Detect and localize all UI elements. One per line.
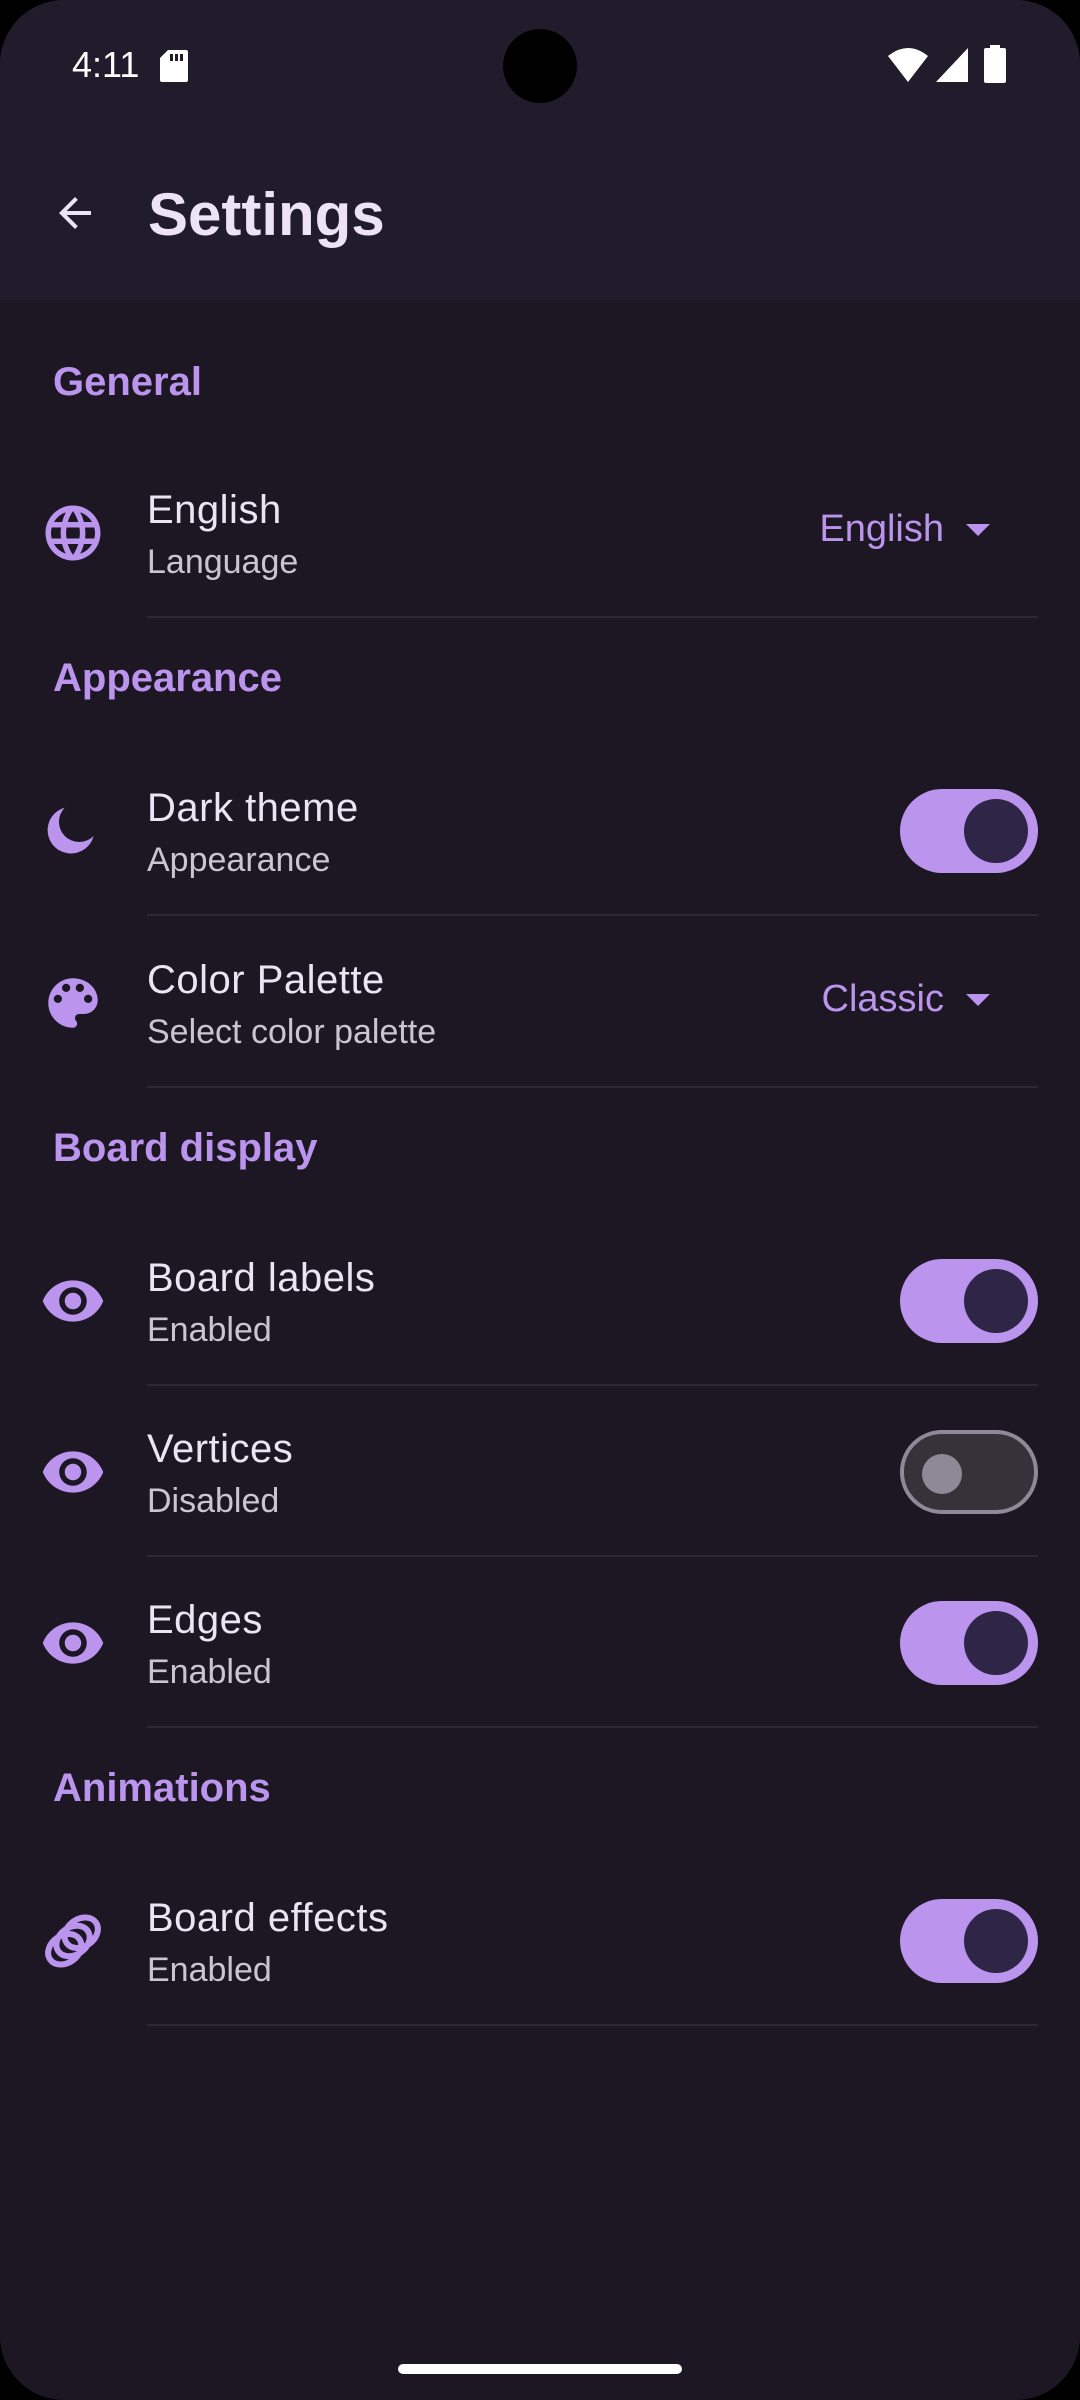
setting-title: Board effects — [147, 1896, 389, 1940]
setting-title: English — [147, 488, 282, 532]
board-labels-toggle[interactable] — [900, 1259, 1038, 1343]
language-dropdown[interactable]: English — [819, 508, 990, 551]
setting-title: Dark theme — [147, 786, 359, 830]
palette-icon — [48, 978, 98, 1028]
sd-card-icon — [160, 50, 188, 82]
eye-icon — [42, 1280, 104, 1322]
section-header-animations: Animations — [53, 1766, 271, 1810]
globe-icon — [45, 505, 101, 561]
toggle-thumb — [964, 1909, 1028, 1973]
dropdown-value: English — [819, 508, 944, 550]
divider — [147, 2024, 1038, 2026]
home-indicator[interactable] — [398, 2364, 682, 2374]
setting-title: Vertices — [147, 1427, 294, 1471]
color-palette-dropdown[interactable]: Classic — [822, 978, 990, 1021]
setting-board-effects[interactable]: Board effects Enabled — [0, 1856, 1080, 2026]
rings-icon — [45, 1914, 101, 1968]
setting-subtitle: Enabled — [147, 1951, 272, 1989]
toggle-thumb — [964, 1611, 1028, 1675]
divider — [147, 1726, 1038, 1728]
toggle-thumb — [964, 1269, 1028, 1333]
setting-vertices[interactable]: Vertices Disabled — [0, 1387, 1080, 1557]
back-button[interactable] — [36, 174, 114, 252]
section-header-board-display: Board display — [53, 1126, 318, 1170]
setting-subtitle: Enabled — [147, 1311, 272, 1349]
wifi-icon — [888, 48, 928, 82]
dropdown-arrow-icon — [966, 993, 990, 1006]
dropdown-arrow-icon — [966, 523, 990, 536]
battery-icon — [984, 45, 1006, 83]
eye-icon — [42, 1622, 104, 1664]
edges-toggle[interactable] — [900, 1601, 1038, 1685]
arrow-back-icon — [59, 197, 91, 229]
setting-dark-theme[interactable]: Dark theme Appearance — [0, 746, 1080, 916]
divider — [147, 1384, 1038, 1386]
divider — [147, 616, 1038, 618]
eye-icon — [42, 1451, 104, 1493]
status-bar: 4:11 — [0, 0, 1080, 130]
divider — [147, 1086, 1038, 1088]
page-title: Settings — [148, 181, 385, 248]
moon-icon — [47, 807, 94, 854]
setting-subtitle: Disabled — [147, 1482, 280, 1520]
toggle-thumb — [922, 1454, 962, 1494]
setting-board-labels[interactable]: Board labels Enabled — [0, 1216, 1080, 1386]
section-header-appearance: Appearance — [53, 656, 282, 700]
board-effects-toggle[interactable] — [900, 1899, 1038, 1983]
setting-subtitle: Language — [147, 543, 299, 581]
screen: 4:11 Settings General English Language E… — [0, 0, 1080, 2400]
signal-icon — [936, 48, 968, 82]
setting-subtitle: Appearance — [147, 841, 331, 879]
toggle-thumb — [964, 799, 1028, 863]
setting-color-palette[interactable]: Color Palette Select color palette Class… — [0, 918, 1080, 1088]
section-header-general: General — [53, 360, 202, 404]
dropdown-value: Classic — [821, 978, 944, 1020]
setting-title: Board labels — [147, 1256, 376, 1300]
status-time: 4:11 — [72, 44, 140, 85]
camera-cutout — [503, 29, 577, 103]
setting-subtitle: Enabled — [147, 1653, 272, 1691]
divider — [147, 914, 1038, 916]
vertices-toggle[interactable] — [900, 1430, 1038, 1514]
dark-theme-toggle[interactable] — [900, 789, 1038, 873]
setting-language-row[interactable]: English Language English — [0, 448, 1080, 618]
setting-title: Color Palette — [147, 958, 385, 1002]
setting-title: Edges — [147, 1598, 263, 1642]
divider — [147, 1555, 1038, 1557]
setting-edges[interactable]: Edges Enabled — [0, 1558, 1080, 1728]
setting-subtitle: Select color palette — [147, 1013, 437, 1051]
top-app-bar: Settings — [0, 130, 1080, 300]
